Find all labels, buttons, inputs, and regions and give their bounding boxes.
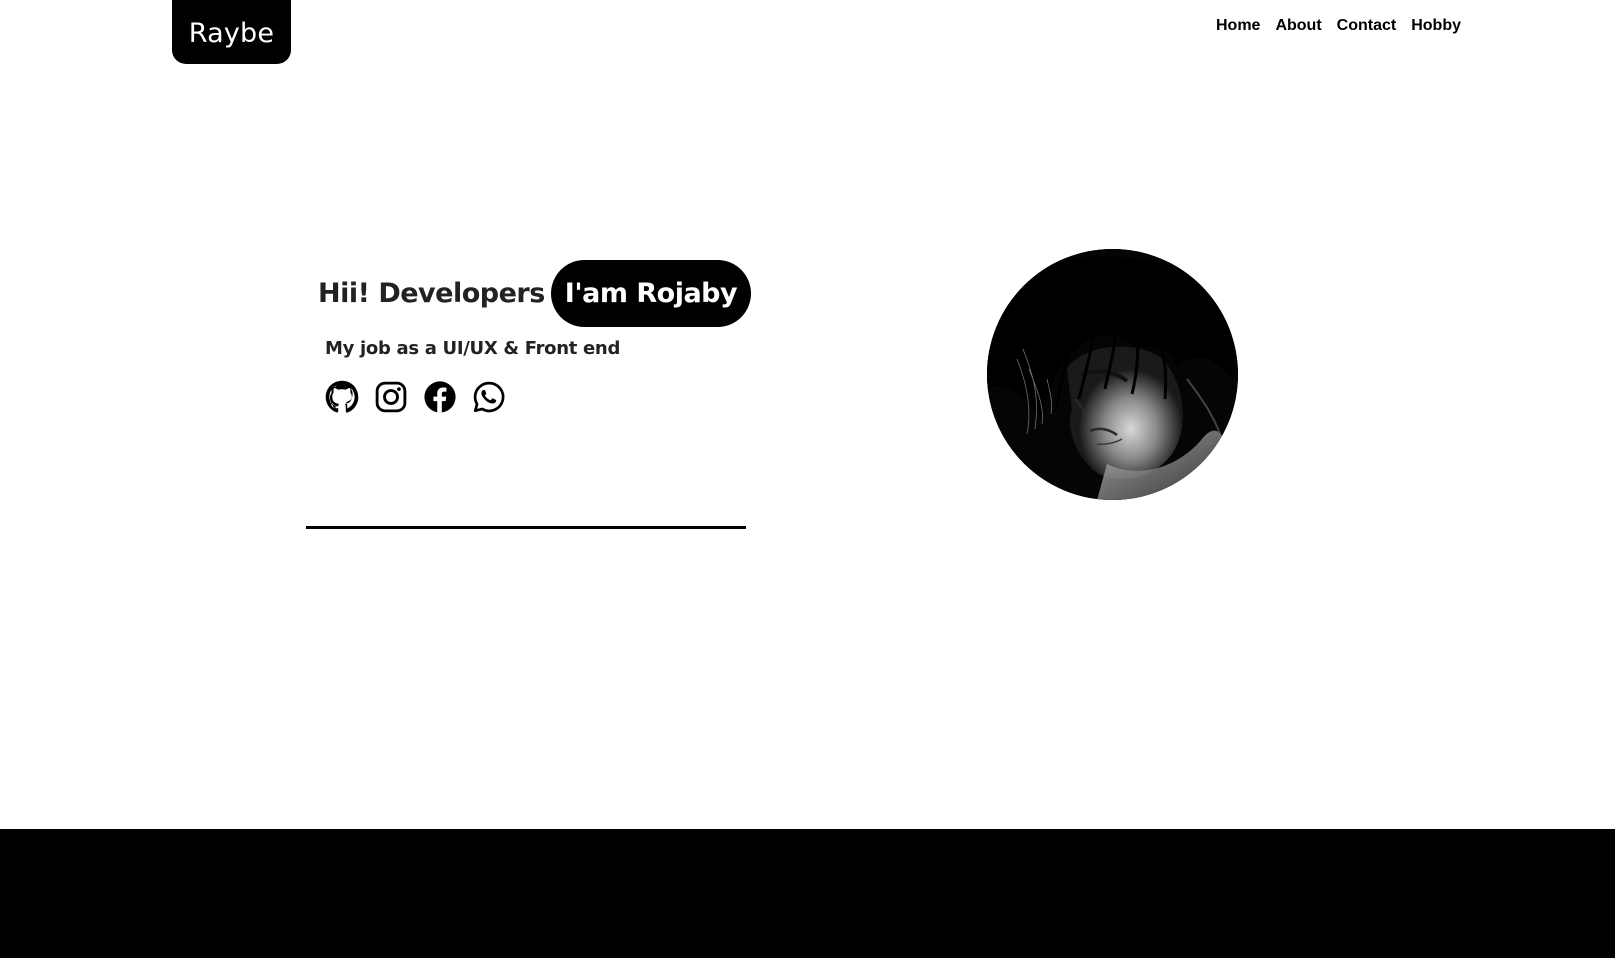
logo-text: Raybe: [188, 17, 275, 49]
hero-greeting: Hii! Developers: [318, 278, 545, 309]
whatsapp-icon[interactable]: [472, 380, 506, 414]
social-links: [325, 380, 506, 414]
avatar: [987, 249, 1238, 500]
hero-subtitle: My job as a UI/UX & Front end: [325, 338, 621, 359]
page: Raybe Home About Contact Hobby Hii! Deve…: [0, 0, 1615, 958]
nav-hobby[interactable]: Hobby: [1411, 14, 1461, 38]
footer-band: [0, 829, 1615, 958]
nav-home[interactable]: Home: [1216, 14, 1260, 38]
nav-about[interactable]: About: [1275, 14, 1321, 38]
facebook-icon[interactable]: [423, 380, 457, 414]
instagram-icon[interactable]: [374, 380, 408, 414]
github-icon[interactable]: [325, 380, 359, 414]
hero-heading: Hii! Developers I'am Rojaby: [318, 260, 752, 327]
logo[interactable]: Raybe: [172, 0, 291, 64]
hero-name-pill: I'am Rojaby: [550, 260, 752, 327]
nav-contact[interactable]: Contact: [1337, 14, 1397, 38]
main-nav: Home About Contact Hobby: [1216, 14, 1461, 38]
hero-divider: [306, 526, 746, 529]
